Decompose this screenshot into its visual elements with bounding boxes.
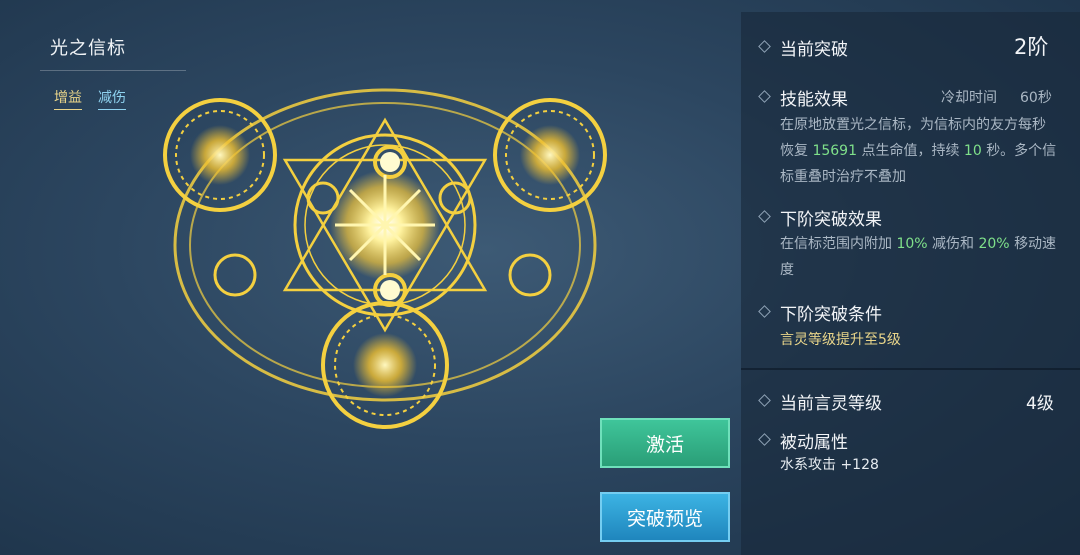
- effect-line-3: 标重叠时治疗不叠加: [780, 169, 906, 185]
- panel-divider: [741, 368, 1080, 370]
- passive-text: 水系攻击 +128: [780, 457, 879, 473]
- next-condition-label: 下阶突破条件: [780, 305, 882, 325]
- tag-buff[interactable]: 增益: [54, 87, 82, 110]
- damage-reduction-value: 10%: [896, 236, 928, 252]
- skill-effect-description: 在原地放置光之信标，为信标内的友方每秒 恢复 15691 点生命值，持续 10 …: [780, 112, 1075, 190]
- level-value: 4级: [1026, 394, 1054, 414]
- passive-label: 被动属性: [780, 433, 848, 453]
- move-speed-value: 20%: [978, 236, 1010, 252]
- cooldown-value: 60秒: [1020, 90, 1052, 106]
- skill-effect-label: 技能效果: [780, 90, 848, 110]
- next-effect-label: 下阶突破效果: [780, 210, 882, 230]
- next-effect-line-1: 在信标范围内附加 10% 减伤和 20% 移动速: [780, 236, 1057, 252]
- level-label: 当前言灵等级: [780, 394, 882, 414]
- next-condition-text: 言灵等级提升至5级: [780, 332, 901, 348]
- magic-circle-icon: [163, 88, 607, 429]
- next-effect-description: 在信标范围内附加 10% 减伤和 20% 移动速 度: [780, 231, 1075, 283]
- break-preview-button[interactable]: 突破预览: [600, 492, 730, 542]
- cooldown-label: 冷却时间: [941, 90, 997, 106]
- magic-circle-illustration: [145, 80, 625, 450]
- effect-line-2: 恢复 15691 点生命值，持续 10 秒。多个信: [780, 143, 1057, 159]
- next-effect-line-2: 度: [780, 262, 794, 278]
- activate-button[interactable]: 激活: [600, 418, 730, 468]
- current-break-label: 当前突破: [780, 40, 848, 60]
- heal-value: 15691: [812, 143, 857, 159]
- title-divider: [40, 70, 186, 71]
- effect-line-1: 在原地放置光之信标，为信标内的友方每秒: [780, 117, 1046, 133]
- duration-value: 10: [963, 143, 982, 159]
- tag-damage-reduction[interactable]: 减伤: [98, 87, 126, 110]
- current-break-value: 2阶: [1014, 35, 1049, 59]
- skill-name: 光之信标: [50, 38, 126, 59]
